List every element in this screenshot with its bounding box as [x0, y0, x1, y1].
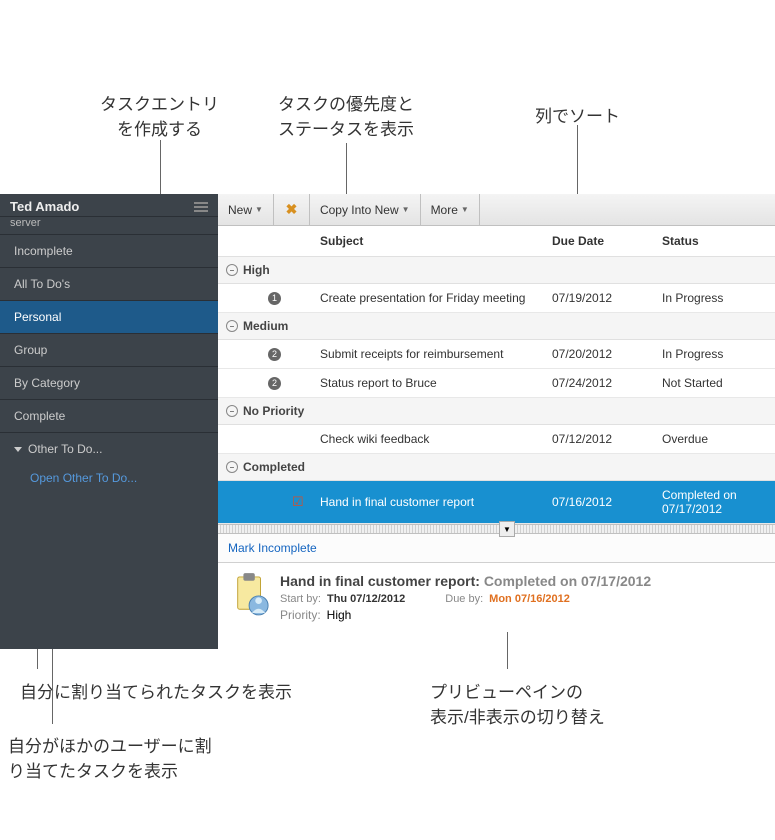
- sidebar-open-other[interactable]: Open Other To Do...: [0, 465, 218, 491]
- task-status: Overdue: [648, 432, 775, 446]
- sidebar-item-personal[interactable]: Personal: [0, 301, 218, 334]
- collapse-icon: –: [226, 264, 238, 276]
- task-status: In Progress: [648, 291, 775, 305]
- group-header[interactable]: –No Priority: [218, 398, 775, 425]
- collapse-icon: –: [226, 461, 238, 473]
- collapse-icon: –: [226, 405, 238, 417]
- delete-button[interactable]: ✖: [274, 194, 310, 226]
- task-due: 07/24/2012: [548, 376, 648, 390]
- task-row[interactable]: 2 Submit receipts for reimbursement07/20/…: [218, 340, 775, 369]
- preview-actions: Mark Incomplete: [218, 534, 775, 563]
- task-subject: Submit receipts for reimbursement: [316, 347, 548, 361]
- task-subject: Create presentation for Friday meeting: [316, 291, 548, 305]
- group-header[interactable]: –High: [218, 257, 775, 284]
- col-status[interactable]: Status: [648, 234, 775, 248]
- group-header[interactable]: –Medium: [218, 313, 775, 340]
- preview-title: Hand in final customer report: Completed…: [280, 573, 761, 589]
- annotation-preview-toggle: プリビューペインの 表示/非表示の切り替え: [430, 678, 605, 728]
- task-subject: Check wiki feedback: [316, 432, 548, 446]
- column-headers: Subject Due Date Status: [218, 226, 775, 257]
- sidebar-item-bycategory[interactable]: By Category: [0, 367, 218, 400]
- collapse-icon: –: [226, 320, 238, 332]
- task-status: Completed on 07/17/2012: [648, 488, 775, 516]
- more-button[interactable]: More▼: [421, 194, 480, 226]
- copy-button[interactable]: Copy Into New▼: [310, 194, 421, 226]
- start-by-value: Thu 07/12/2012: [327, 593, 405, 605]
- check-icon: ☑: [292, 494, 304, 510]
- task-due: 07/16/2012: [548, 495, 648, 509]
- annotation-assigned-to-others: 自分がほかのユーザーに割 り当てたタスクを表示: [8, 732, 212, 782]
- annotation-assigned-to-me: 自分に割り当てられたタスクを表示: [20, 678, 292, 703]
- task-status: In Progress: [648, 347, 775, 361]
- priority-icon: 1: [268, 292, 281, 305]
- x-icon: ✖: [286, 201, 298, 218]
- sidebar-server: server: [0, 217, 218, 235]
- app-window: Ted Amado server Incomplete All To Do's …: [0, 194, 775, 649]
- sidebar-other[interactable]: Other To Do...: [0, 433, 218, 465]
- priority-value: High: [327, 608, 352, 622]
- task-status: Not Started: [648, 376, 775, 390]
- task-subject: Status report to Bruce: [316, 376, 548, 390]
- menu-icon[interactable]: [194, 202, 208, 212]
- sidebar-item-incomplete[interactable]: Incomplete: [0, 235, 218, 268]
- task-row[interactable]: Check wiki feedback07/12/2012Overdue: [218, 425, 775, 454]
- task-due: 07/12/2012: [548, 432, 648, 446]
- col-subject[interactable]: Subject: [316, 234, 548, 248]
- task-subject: Hand in final customer report: [316, 495, 548, 509]
- start-by-label: Start by:: [280, 593, 321, 605]
- splitter-handle[interactable]: ▼: [218, 524, 775, 534]
- content-pane: New▼ ✖ Copy Into New▼ More▼ Subject Due …: [218, 194, 775, 649]
- task-due: 07/19/2012: [548, 291, 648, 305]
- sidebar: Ted Amado server Incomplete All To Do's …: [0, 194, 218, 649]
- triangle-down-icon: [14, 447, 22, 452]
- preview-toggle-button[interactable]: ▼: [499, 521, 515, 537]
- task-row[interactable]: 2 Status report to Bruce07/24/2012Not Sta…: [218, 369, 775, 398]
- priority-icon: 2: [268, 377, 281, 390]
- sidebar-user: Ted Amado: [10, 199, 79, 214]
- task-row[interactable]: ☑ Hand in final customer report07/16/2012…: [218, 481, 775, 524]
- due-by-value: Mon 07/16/2012: [489, 593, 570, 605]
- annotation-sort: 列でソート: [535, 102, 620, 127]
- priority-label: Priority:: [280, 608, 321, 622]
- annotation-create: タスクエントリ を作成する: [100, 90, 219, 140]
- sidebar-item-alltodos[interactable]: All To Do's: [0, 268, 218, 301]
- due-by-label: Due by:: [445, 593, 483, 605]
- preview-body: Hand in final customer report: Completed…: [218, 563, 775, 632]
- col-due[interactable]: Due Date: [548, 234, 648, 248]
- mark-incomplete-link[interactable]: Mark Incomplete: [228, 541, 317, 555]
- task-list: –High 1 Create presentation for Friday mee…: [218, 257, 775, 524]
- sidebar-item-group[interactable]: Group: [0, 334, 218, 367]
- new-button[interactable]: New▼: [218, 194, 274, 226]
- sidebar-item-complete[interactable]: Complete: [0, 400, 218, 433]
- toolbar: New▼ ✖ Copy Into New▼ More▼: [218, 194, 775, 226]
- annotation-priority: タスクの優先度と ステータスを表示: [278, 90, 414, 140]
- clipboard-icon: [232, 573, 270, 622]
- priority-icon: 2: [268, 348, 281, 361]
- task-row[interactable]: 1 Create presentation for Friday meeting0…: [218, 284, 775, 313]
- group-header[interactable]: –Completed: [218, 454, 775, 481]
- task-due: 07/20/2012: [548, 347, 648, 361]
